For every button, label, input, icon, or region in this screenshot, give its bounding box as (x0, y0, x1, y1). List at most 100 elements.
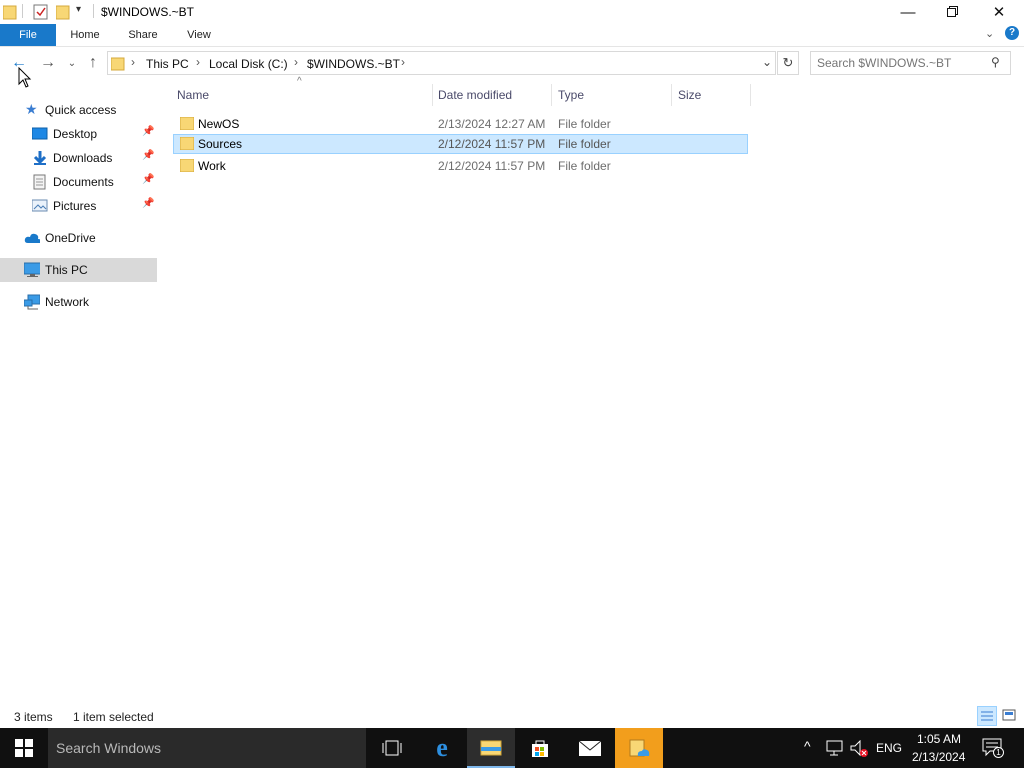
new-folder-icon[interactable] (56, 4, 70, 20)
language-indicator[interactable]: ENG (876, 741, 902, 755)
folder-icon (111, 57, 125, 71)
network-tray-icon[interactable] (826, 740, 844, 756)
tab-share[interactable]: Share (120, 24, 166, 46)
separator (93, 4, 94, 18)
nav-item-label: Network (45, 295, 90, 309)
taskbar-search-box[interactable]: Search Windows (48, 728, 366, 768)
search-icon[interactable]: ⚲ (991, 55, 1000, 69)
nav-item-onedrive[interactable]: OneDrive (0, 226, 157, 250)
pin-icon[interactable]: 📌 (142, 126, 154, 137)
close-button[interactable]: ✕ (976, 0, 1022, 24)
column-header-type[interactable]: Type (558, 88, 584, 102)
nav-item-this-pc[interactable]: This PC (0, 258, 157, 282)
windows-logo-icon (15, 739, 33, 757)
column-separator[interactable] (671, 84, 672, 106)
show-hidden-icons-chevron-icon[interactable]: ^ (804, 738, 811, 754)
store-button[interactable] (516, 728, 564, 768)
selection-count: 1 item selected (73, 710, 154, 724)
nav-item-network[interactable]: Network (0, 290, 157, 314)
breadcrumb-separator[interactable]: › (196, 55, 200, 69)
pictures-icon (32, 199, 48, 212)
file-type: File folder (558, 159, 611, 173)
folder-app-icon (629, 739, 650, 757)
edge-icon: e (436, 733, 448, 762)
tab-file[interactable]: File (0, 24, 56, 46)
breadcrumb-separator[interactable]: › (294, 55, 298, 69)
action-center-button[interactable]: 1 (982, 738, 1004, 758)
help-icon[interactable]: ? (1005, 26, 1019, 40)
breadcrumb-local-disk[interactable]: Local Disk (C:) (209, 57, 288, 71)
column-separator[interactable] (551, 84, 552, 106)
task-view-icon (382, 740, 402, 756)
recent-locations-button[interactable]: ⌄ (62, 54, 82, 72)
properties-icon[interactable] (33, 4, 49, 20)
pin-icon[interactable]: 📌 (142, 150, 154, 161)
nav-item-desktop[interactable]: Desktop 📌 (0, 122, 157, 146)
minimize-button[interactable]: — (885, 0, 931, 24)
address-history-chevron-icon[interactable]: ⌄ (762, 55, 772, 69)
task-view-button[interactable] (368, 728, 416, 768)
clock-date[interactable]: 2/13/2024 (912, 750, 965, 764)
edge-browser-button[interactable]: e (418, 728, 466, 768)
file-list: ^ Name Date modified Type Size NewOS 2/1… (170, 76, 755, 682)
navigation-pane: ★ Quick access Desktop 📌 Downloads 📌 Doc… (0, 96, 157, 696)
search-box[interactable]: ⚲ (810, 51, 1011, 75)
tab-home[interactable]: Home (62, 24, 108, 46)
tab-view[interactable]: View (176, 24, 222, 46)
nav-item-label: Documents (53, 175, 114, 189)
large-icons-view-button[interactable] (1000, 706, 1020, 726)
pin-icon[interactable]: 📌 (142, 174, 154, 185)
table-row-selected[interactable]: Sources 2/12/2024 11:57 PM File folder (173, 134, 748, 154)
table-row[interactable]: NewOS 2/13/2024 12:27 AM File folder (173, 114, 748, 134)
chevron-down-icon: ⌄ (67, 57, 77, 69)
documents-icon (33, 174, 46, 190)
file-date: 2/12/2024 11:57 PM (438, 159, 546, 173)
nav-item-label: OneDrive (45, 231, 96, 245)
table-row[interactable]: Work 2/12/2024 11:57 PM File folder (173, 156, 748, 176)
window-title: $WINDOWS.~BT (101, 5, 195, 19)
up-arrow-icon: ↑ (89, 54, 97, 71)
restore-button[interactable] (930, 0, 976, 24)
details-view-icon (981, 711, 993, 721)
column-separator[interactable] (432, 84, 433, 106)
nav-item-documents[interactable]: Documents 📌 (0, 170, 157, 194)
breadcrumb-current-folder[interactable]: $WINDOWS.~BT (307, 57, 400, 71)
network-icon (24, 294, 40, 310)
nav-item-label: Quick access (45, 103, 117, 117)
mouse-cursor-icon (18, 67, 32, 88)
address-bar[interactable]: › This PC › Local Disk (C:) › $WINDOWS.~… (107, 51, 776, 75)
nav-item-pictures[interactable]: Pictures 📌 (0, 194, 157, 218)
up-button[interactable]: ↑ (83, 54, 103, 72)
column-header-date-modified[interactable]: Date modified (438, 88, 512, 102)
customize-quick-access-icon[interactable]: ▾ (76, 4, 81, 15)
nav-item-downloads[interactable]: Downloads 📌 (0, 146, 157, 170)
nav-item-label: This PC (45, 263, 88, 277)
refresh-button[interactable]: ↻ (777, 51, 799, 75)
start-button[interactable] (0, 728, 48, 768)
forward-button[interactable]: → (38, 54, 58, 72)
star-icon: ★ (25, 101, 38, 117)
details-view-button[interactable] (977, 706, 997, 726)
column-header-name[interactable]: Name (177, 88, 209, 102)
column-header-size[interactable]: Size (678, 88, 701, 102)
pinned-app-button[interactable] (615, 728, 663, 768)
nav-item-label: Desktop (53, 127, 98, 141)
mail-button[interactable] (566, 728, 614, 768)
separator (22, 4, 23, 18)
search-input[interactable] (817, 55, 987, 71)
refresh-icon: ↻ (782, 55, 794, 70)
close-icon: ✕ (992, 4, 1006, 21)
download-arrow-icon (33, 151, 47, 165)
breadcrumb-this-pc[interactable]: This PC (146, 57, 189, 71)
column-separator[interactable] (750, 84, 751, 106)
computer-icon (24, 262, 40, 277)
pin-icon[interactable]: 📌 (142, 198, 154, 209)
breadcrumb-separator[interactable]: › (401, 55, 405, 69)
expand-ribbon-icon[interactable]: ⌄ (985, 27, 994, 40)
file-explorer-button[interactable] (467, 728, 515, 768)
volume-muted-icon[interactable] (850, 740, 870, 758)
nav-item-label: Pictures (53, 199, 97, 213)
clock-time[interactable]: 1:05 AM (917, 732, 961, 746)
item-count: 3 items (14, 710, 53, 724)
nav-item-quick-access[interactable]: ★ Quick access (0, 98, 157, 122)
